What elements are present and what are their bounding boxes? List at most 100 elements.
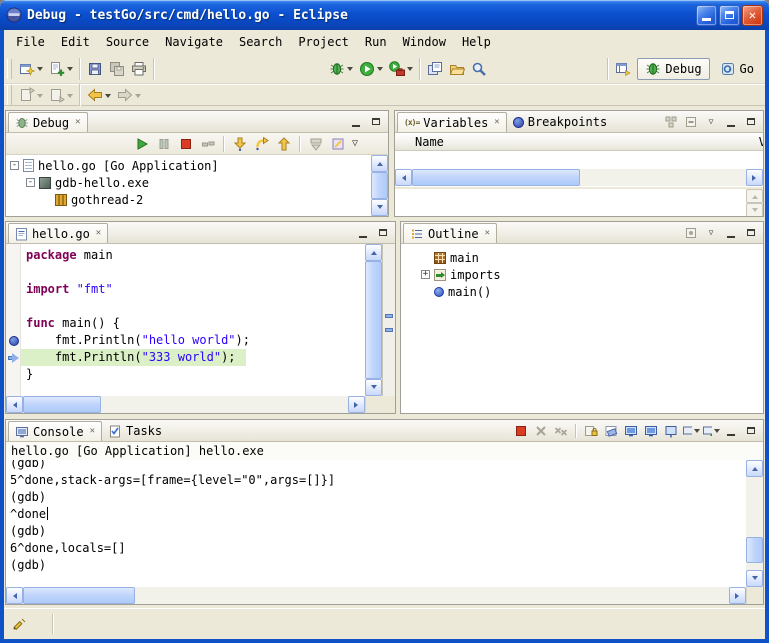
scroll-left-button[interactable] [6,587,23,604]
dropdown-arrow-icon[interactable] [37,67,43,74]
debug-tree-item[interactable]: -gdb-hello.exe [6,174,371,191]
scroll-right-button[interactable] [746,169,763,186]
view-maximize-button[interactable] [374,225,392,241]
save-all-button[interactable] [106,57,128,81]
next-annotation-button[interactable] [46,85,76,105]
dropdown-arrow-icon[interactable] [105,94,111,101]
scroll-right-button[interactable] [348,396,365,413]
use-step-filters-button[interactable] [328,134,348,153]
scroll-thumb[interactable] [23,396,101,413]
scroll-lock-button[interactable] [582,423,600,439]
drop-to-frame-button[interactable] [306,134,326,153]
perspective-debug-button[interactable]: Debug [637,58,709,80]
tab-console[interactable]: Console ✕ [8,421,102,441]
menu-item-source[interactable]: Source [98,33,157,51]
view-minimize-button[interactable] [347,114,365,130]
scroll-down-button[interactable] [746,203,763,217]
menu-item-window[interactable]: Window [395,33,454,51]
window-close-button[interactable] [742,5,763,26]
dropdown-arrow-icon[interactable] [694,429,700,436]
view-minimize-button[interactable] [354,225,372,241]
menu-item-navigate[interactable]: Navigate [157,33,231,51]
toolbar-overflow-icon[interactable]: ▽ [350,139,360,149]
title-bar[interactable]: Debug - testGo/src/cmd/hello.go - Eclips… [0,0,769,30]
view-maximize-button[interactable] [742,114,760,130]
tab-close-icon[interactable]: ✕ [485,229,490,238]
scroll-up-button[interactable] [746,460,763,477]
open-perspective-button[interactable] [612,57,634,81]
console-output[interactable]: (gdb) 5^done,stack-args=[frame={level="0… [6,460,746,587]
scroll-up-button[interactable] [746,189,763,203]
tab-hello-go[interactable]: hello.go ✕ [8,223,108,243]
variables-detail-pane[interactable] [395,189,746,216]
clear-console-button[interactable] [602,423,620,439]
external-tools-button[interactable] [386,57,416,81]
scroll-up-button[interactable] [371,155,388,172]
scroll-down-button[interactable] [371,199,388,216]
tab-tasks[interactable]: Tasks [102,421,168,441]
code-line[interactable]: fmt.Println("hello world"); [6,332,365,349]
scroll-right-button[interactable] [729,587,746,604]
step-return-button[interactable] [274,134,294,153]
resume-button[interactable] [132,134,152,153]
tree-expander[interactable]: + [421,270,430,279]
dropdown-arrow-icon[interactable] [347,67,353,74]
view-menu-button[interactable]: ▽ [702,114,720,130]
menu-item-search[interactable]: Search [231,33,290,51]
code-line[interactable]: import "fmt" [6,281,365,298]
fast-view-pencil-icon[interactable] [12,617,26,631]
view-minimize-button[interactable] [722,114,740,130]
debug-button[interactable] [326,57,356,81]
open-console-button[interactable] [702,423,720,439]
view-maximize-button[interactable] [742,423,760,439]
tab-variables[interactable]: (x)= Variables ✕ [397,112,507,132]
previous-annotation-button[interactable] [16,85,46,105]
code-line[interactable] [6,264,365,281]
detail-vertical-scrollbar[interactable] [746,189,763,216]
code-line[interactable]: } [6,366,365,383]
scroll-thumb[interactable] [371,172,388,199]
code-line[interactable]: func main() { [6,315,365,332]
editor-vertical-scrollbar[interactable] [365,244,382,396]
debug-tree-item[interactable]: -hello.go [Go Application] [6,157,371,174]
scroll-up-button[interactable] [365,244,382,261]
code-line[interactable] [6,298,365,315]
disconnect-button[interactable] [198,134,218,153]
overview-annotation-mark[interactable] [385,314,393,318]
open-type-button[interactable] [424,57,446,81]
dropdown-arrow-icon[interactable] [37,94,43,101]
view-minimize-button[interactable] [722,225,740,241]
overview-annotation-mark[interactable] [385,328,393,332]
menu-item-help[interactable]: Help [454,33,499,51]
window-maximize-button[interactable] [719,5,740,26]
view-menu-button[interactable]: ▽ [702,225,720,241]
variables-horizontal-scrollbar[interactable] [395,169,763,186]
display-selected-console-button[interactable] [682,423,700,439]
scroll-track[interactable] [365,261,382,379]
view-maximize-button[interactable] [367,114,385,130]
print-button[interactable] [128,57,150,81]
dropdown-arrow-icon[interactable] [67,94,73,101]
toolbar-grip[interactable] [7,59,12,79]
editor-code[interactable]: package main import "fmt" func main() { … [6,244,365,396]
tree-expander[interactable]: - [10,161,19,170]
toolbar-grip[interactable] [7,85,12,105]
dropdown-arrow-icon[interactable] [135,94,141,101]
scroll-thumb[interactable] [746,537,763,563]
new-go-element-button[interactable] [46,57,76,81]
scroll-thumb[interactable] [365,261,382,379]
dropdown-arrow-icon[interactable] [67,67,73,74]
step-over-button[interactable] [252,134,272,153]
terminate-console-button[interactable] [512,423,530,439]
scroll-down-button[interactable] [746,570,763,587]
window-minimize-button[interactable] [696,5,717,26]
tab-close-icon[interactable]: ✕ [494,118,499,127]
scroll-track[interactable] [23,587,729,604]
overview-ruler[interactable] [382,244,395,396]
view-maximize-button[interactable] [742,225,760,241]
link-with-editor-button[interactable] [682,225,700,241]
tab-close-icon[interactable]: ✕ [75,118,80,127]
variables-column-header[interactable]: Name V [395,133,763,151]
dropdown-arrow-icon[interactable] [377,67,383,74]
debug-tree[interactable]: -hello.go [Go Application]-gdb-hello.exe… [6,155,371,216]
